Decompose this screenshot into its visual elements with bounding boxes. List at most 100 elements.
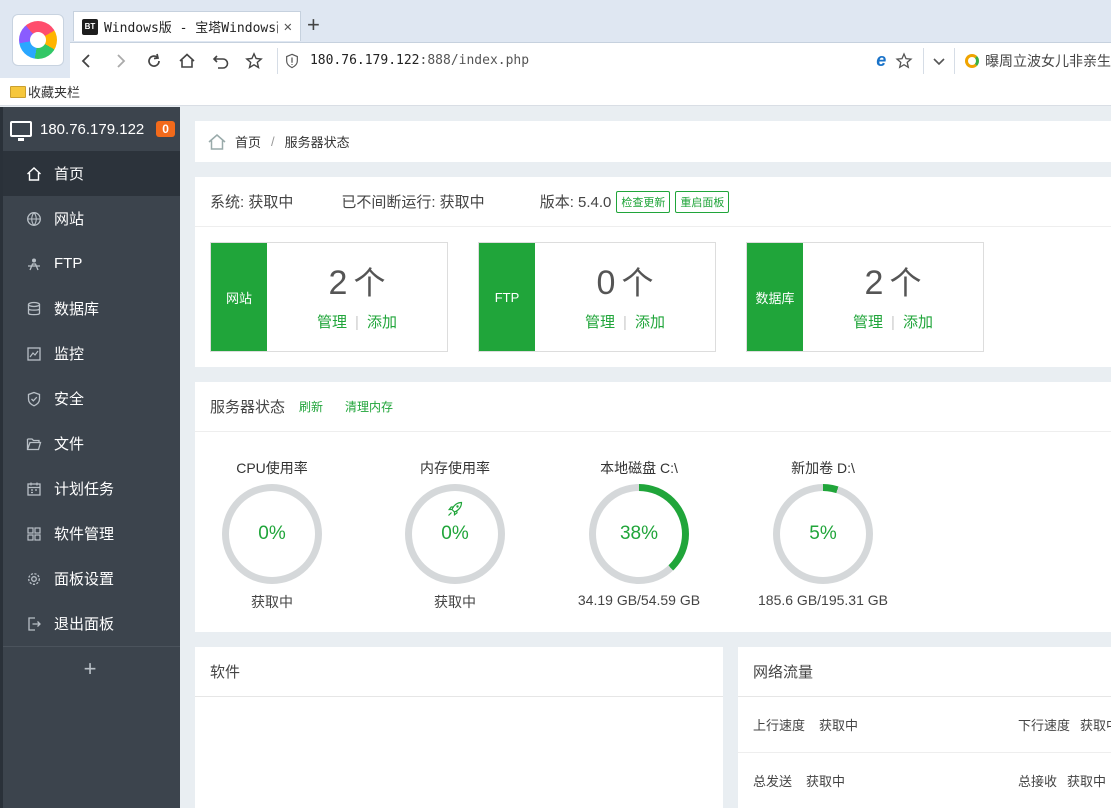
manage-ftp-link[interactable]: 管理 [585,314,615,331]
gear-icon [26,571,42,587]
manage-database-link[interactable]: 管理 [853,314,883,331]
sidebar-header: 180.76.179.122 0 [0,107,180,151]
sidebar-item-files[interactable]: 文件 [0,421,180,466]
gauge-footer: 34.19 GB/54.59 GB [577,592,701,608]
sidebar-add-button[interactable]: + [0,646,180,690]
navigation-bar: 180.76.179.122:888/index.php e 曝周立波女儿非亲生 [70,42,1111,78]
card-body: 2个 管理 | 添加 [803,243,983,351]
gauge-value: 38% [619,523,659,544]
new-tab-button[interactable]: + [307,13,320,37]
search-text: 曝周立波女儿非亲生 [985,52,1111,69]
card-count-unit: 个 [889,264,922,301]
sidebar-item-label: 数据库 [54,301,100,318]
total-recv-group: 总接收 获取中 [1018,771,1106,790]
grid-icon [26,526,42,542]
memory-gauge[interactable]: 内存使用率 0% 获取中 [370,458,540,612]
ftp-icon [26,256,42,272]
back-button[interactable] [70,44,104,78]
undo-button[interactable] [204,44,238,78]
card-count: 2个 [329,263,386,303]
sidebar-item-logout[interactable]: 退出面板 [0,601,180,646]
refresh-link[interactable]: 刷新 [299,398,323,415]
home-button[interactable] [171,44,205,78]
sidebar-item-label: 监控 [54,346,85,363]
breadcrumb-home[interactable]: 首页 [235,132,261,151]
server-status-header: 服务器状态 刷新 清理内存 [195,382,1111,432]
sidebar-item-settings[interactable]: 面板设置 [0,556,180,601]
sidebar-item-home[interactable]: 首页 [0,151,180,196]
gauge-value: 0% [258,523,286,544]
restart-panel-button[interactable]: 重启面板 [675,190,730,213]
server-status-title: 服务器状态 [210,399,286,416]
browser-logo[interactable] [12,14,64,66]
url-host: 180.76.179.122 [309,53,420,68]
manage-website-link[interactable]: 管理 [317,314,347,331]
forward-arrow-icon [117,53,126,68]
ie-compat-icon[interactable]: e [870,50,892,71]
security-shield-icon [286,53,298,68]
sidebar-item-cron[interactable]: 计划任务 [0,466,180,511]
search-engine-icon [965,53,980,68]
rocket-icon[interactable] [446,500,464,518]
server-status-panel: 服务器状态 刷新 清理内存 CPU使用率 0% 获取中 内存使用率 0% 获取中… [195,382,1111,632]
sidebar-item-website[interactable]: 网站 [0,196,180,241]
search-suggestion[interactable]: 曝周立波女儿非亲生 [965,51,1111,71]
gauge-footer: 185.6 GB/195.31 GB [758,592,888,608]
card-label[interactable]: 数据库 [747,243,803,351]
card-count-number: 2 [328,263,348,302]
reload-button[interactable] [137,44,171,78]
folder-icon [10,85,26,98]
sidebar-item-software[interactable]: 软件管理 [0,511,180,556]
website-count-card: 网站 2个 管理 | 添加 [210,242,448,352]
ftp-count-card: FTP 0个 管理 | 添加 [478,242,716,352]
gauge-ring: 38% [589,484,689,584]
disk-d-gauge[interactable]: 新加卷 D:\ 5% 185.6 GB/195.31 GB [738,458,908,608]
dropdown-button[interactable] [930,44,949,78]
sidebar-item-monitor[interactable]: 监控 [0,331,180,376]
forward-button[interactable] [104,44,138,78]
tab-close-icon[interactable]: ✕ [284,19,292,35]
down-speed-group: 下行速度获取中 [1018,715,1111,734]
card-count-number: 0 [596,263,616,302]
sidebar-item-label: 文件 [54,436,85,453]
notification-badge[interactable]: 0 [156,121,175,137]
database-count-card: 数据库 2个 管理 | 添加 [746,242,984,352]
gauge-ring: 0% [405,484,505,584]
gauge-title: 本地磁盘 C:\ [600,460,678,476]
card-label[interactable]: 网站 [211,243,267,351]
sidebar-item-label: 安全 [54,391,85,408]
card-count-number: 2 [864,263,884,302]
bookmarks-label[interactable]: 收藏夹栏 [28,82,80,101]
address-bar[interactable]: 180.76.179.122:888/index.php [284,46,870,76]
check-update-button[interactable]: 检查更新 [616,190,671,213]
card-label[interactable]: FTP [479,243,535,351]
sidebar-item-security[interactable]: 安全 [0,376,180,421]
gauge-title: CPU使用率 [236,460,308,476]
undo-icon [212,54,229,69]
favorite-button[interactable] [238,44,272,78]
browser-tab[interactable]: BT Windows版 - 宝塔Windows面板 ✕ [73,11,301,41]
card-body: 0个 管理 | 添加 [535,243,715,351]
breadcrumb-home-icon [208,133,226,150]
add-database-link[interactable]: 添加 [903,314,933,331]
add-website-link[interactable]: 添加 [367,314,397,331]
nav-separator-2 [922,47,924,74]
breadcrumb: 首页 / 服务器状态 [195,121,1111,162]
sidebar-item-ftp[interactable]: FTP [0,241,180,286]
disk-c-gauge[interactable]: 本地磁盘 C:\ 38% 34.19 GB/54.59 GB [554,458,724,608]
logout-icon [26,616,42,632]
cpu-gauge[interactable]: CPU使用率 0% 获取中 [187,458,357,612]
globe-icon [26,211,42,227]
card-count: 0个 [597,263,654,303]
sidebar-item-database[interactable]: 数据库 [0,286,180,331]
add-ftp-link[interactable]: 添加 [635,314,665,331]
shield-icon [26,391,42,407]
gauge-ring: 5% [773,484,873,584]
bookmark-star-button[interactable] [892,44,916,78]
total-recv-label: 总接收 [1018,774,1058,789]
star-icon [245,51,264,69]
system-os: 系统: 获取中 [210,194,294,211]
down-speed-value: 获取中 [1080,718,1111,733]
clear-memory-link[interactable]: 清理内存 [345,398,393,415]
gauge-value: 0% [441,523,469,544]
